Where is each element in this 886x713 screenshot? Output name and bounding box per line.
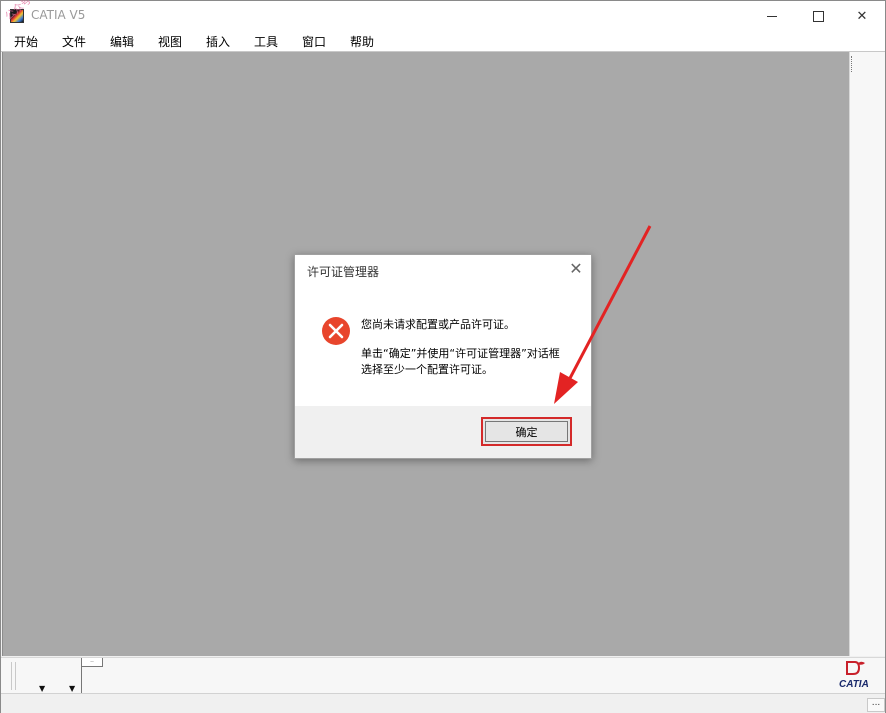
menu-start[interactable]: 开始 (12, 33, 40, 50)
minimize-button[interactable] (749, 1, 795, 31)
dialog-instruction-line: 选择至少一个配置许可证。 (361, 363, 493, 376)
status-more-button[interactable]: ... (867, 698, 885, 712)
dialog-message: 您尚未请求配置或产品许可证。 (361, 318, 515, 331)
toolbar-grip[interactable] (11, 662, 16, 690)
dropdown-caret-icon[interactable]: ▼ (39, 684, 45, 693)
minimize-icon (767, 15, 777, 17)
catia-logo: CATIA (839, 661, 869, 690)
menu-insert[interactable]: 插入 (204, 33, 232, 50)
toolbar-grip[interactable] (851, 56, 854, 72)
maximize-button[interactable] (795, 1, 841, 31)
menu-edit[interactable]: 编辑 (108, 33, 136, 50)
title-bar: CATIA V5 ✕ (1, 1, 885, 31)
menu-file[interactable]: 文件 (60, 33, 88, 50)
close-window-button[interactable]: ✕ (839, 1, 885, 31)
toolbar-divider (81, 666, 82, 694)
dropdown-caret-icon[interactable]: ▼ (69, 684, 75, 693)
close-icon: ✕ (856, 8, 868, 24)
menu-tools[interactable]: 工具 (252, 33, 280, 50)
dialog-footer: 确定 (295, 406, 591, 458)
right-toolbar (849, 52, 885, 656)
status-bar: ... (1, 693, 885, 713)
menu-view[interactable]: 视图 (156, 33, 184, 50)
annotation-arrow-icon (554, 225, 652, 404)
window-title: CATIA V5 (31, 8, 86, 22)
error-icon (322, 317, 350, 345)
bottom-toolbar: ▼ ▼ .. (1, 657, 885, 694)
catia-logo-text: CATIA (839, 679, 869, 690)
toolbar-tab[interactable]: .. (81, 658, 103, 667)
dialog-instructions: 单击“确定”并使用“许可证管理器”对话框 选择至少一个配置许可证。 (361, 346, 560, 378)
ok-button-focus-ring (485, 421, 568, 442)
maximize-icon (812, 10, 824, 22)
menu-help[interactable]: 帮助 (348, 33, 376, 50)
menu-bar: 开始 文件 编辑 视图 插入 工具 窗口 帮助 (1, 31, 885, 52)
dialog-title: 许可证管理器 (307, 265, 380, 279)
ok-button[interactable]: 确定 (481, 417, 572, 446)
menu-window[interactable]: 窗口 (300, 33, 328, 50)
dialog-instruction-line: 单击“确定”并使用“许可证管理器”对话框 (361, 347, 560, 360)
